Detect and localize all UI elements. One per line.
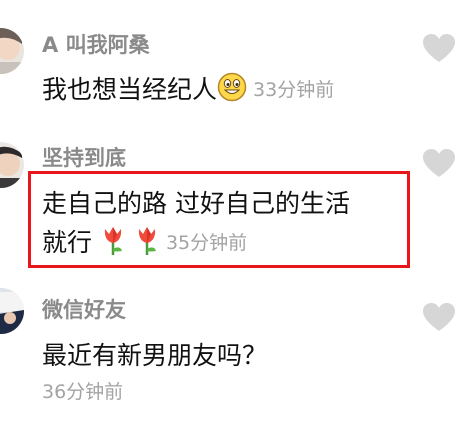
heart-icon[interactable] bbox=[422, 33, 456, 63]
heart-icon[interactable] bbox=[422, 148, 456, 178]
comment-item: 微信好友 最近有新男朋友吗？ 36分钟前 bbox=[0, 270, 471, 425]
comment-text-line: 最近有新男朋友吗？ bbox=[42, 341, 268, 370]
avatar[interactable] bbox=[0, 288, 24, 334]
comment-time: 33分钟前 bbox=[253, 79, 335, 101]
highlight-box bbox=[28, 171, 410, 268]
grinning-face-emoji bbox=[217, 72, 247, 108]
comment-text-line: 我也想当经纪人 bbox=[42, 75, 218, 104]
comment-time: 36分钟前 bbox=[42, 381, 124, 403]
comment-item: A 叫我阿桑 我也想当经纪人 33分钟前 bbox=[0, 0, 471, 130]
comment-text: 我也想当经纪人 33分钟前 bbox=[42, 70, 334, 108]
avatar[interactable] bbox=[0, 28, 24, 74]
comment-username[interactable]: 微信好友 bbox=[42, 294, 126, 324]
comment-username[interactable]: 坚持到底 bbox=[42, 142, 126, 172]
comment-username[interactable]: A 叫我阿桑 bbox=[42, 29, 150, 59]
heart-icon[interactable] bbox=[422, 302, 456, 332]
avatar[interactable] bbox=[0, 142, 24, 188]
